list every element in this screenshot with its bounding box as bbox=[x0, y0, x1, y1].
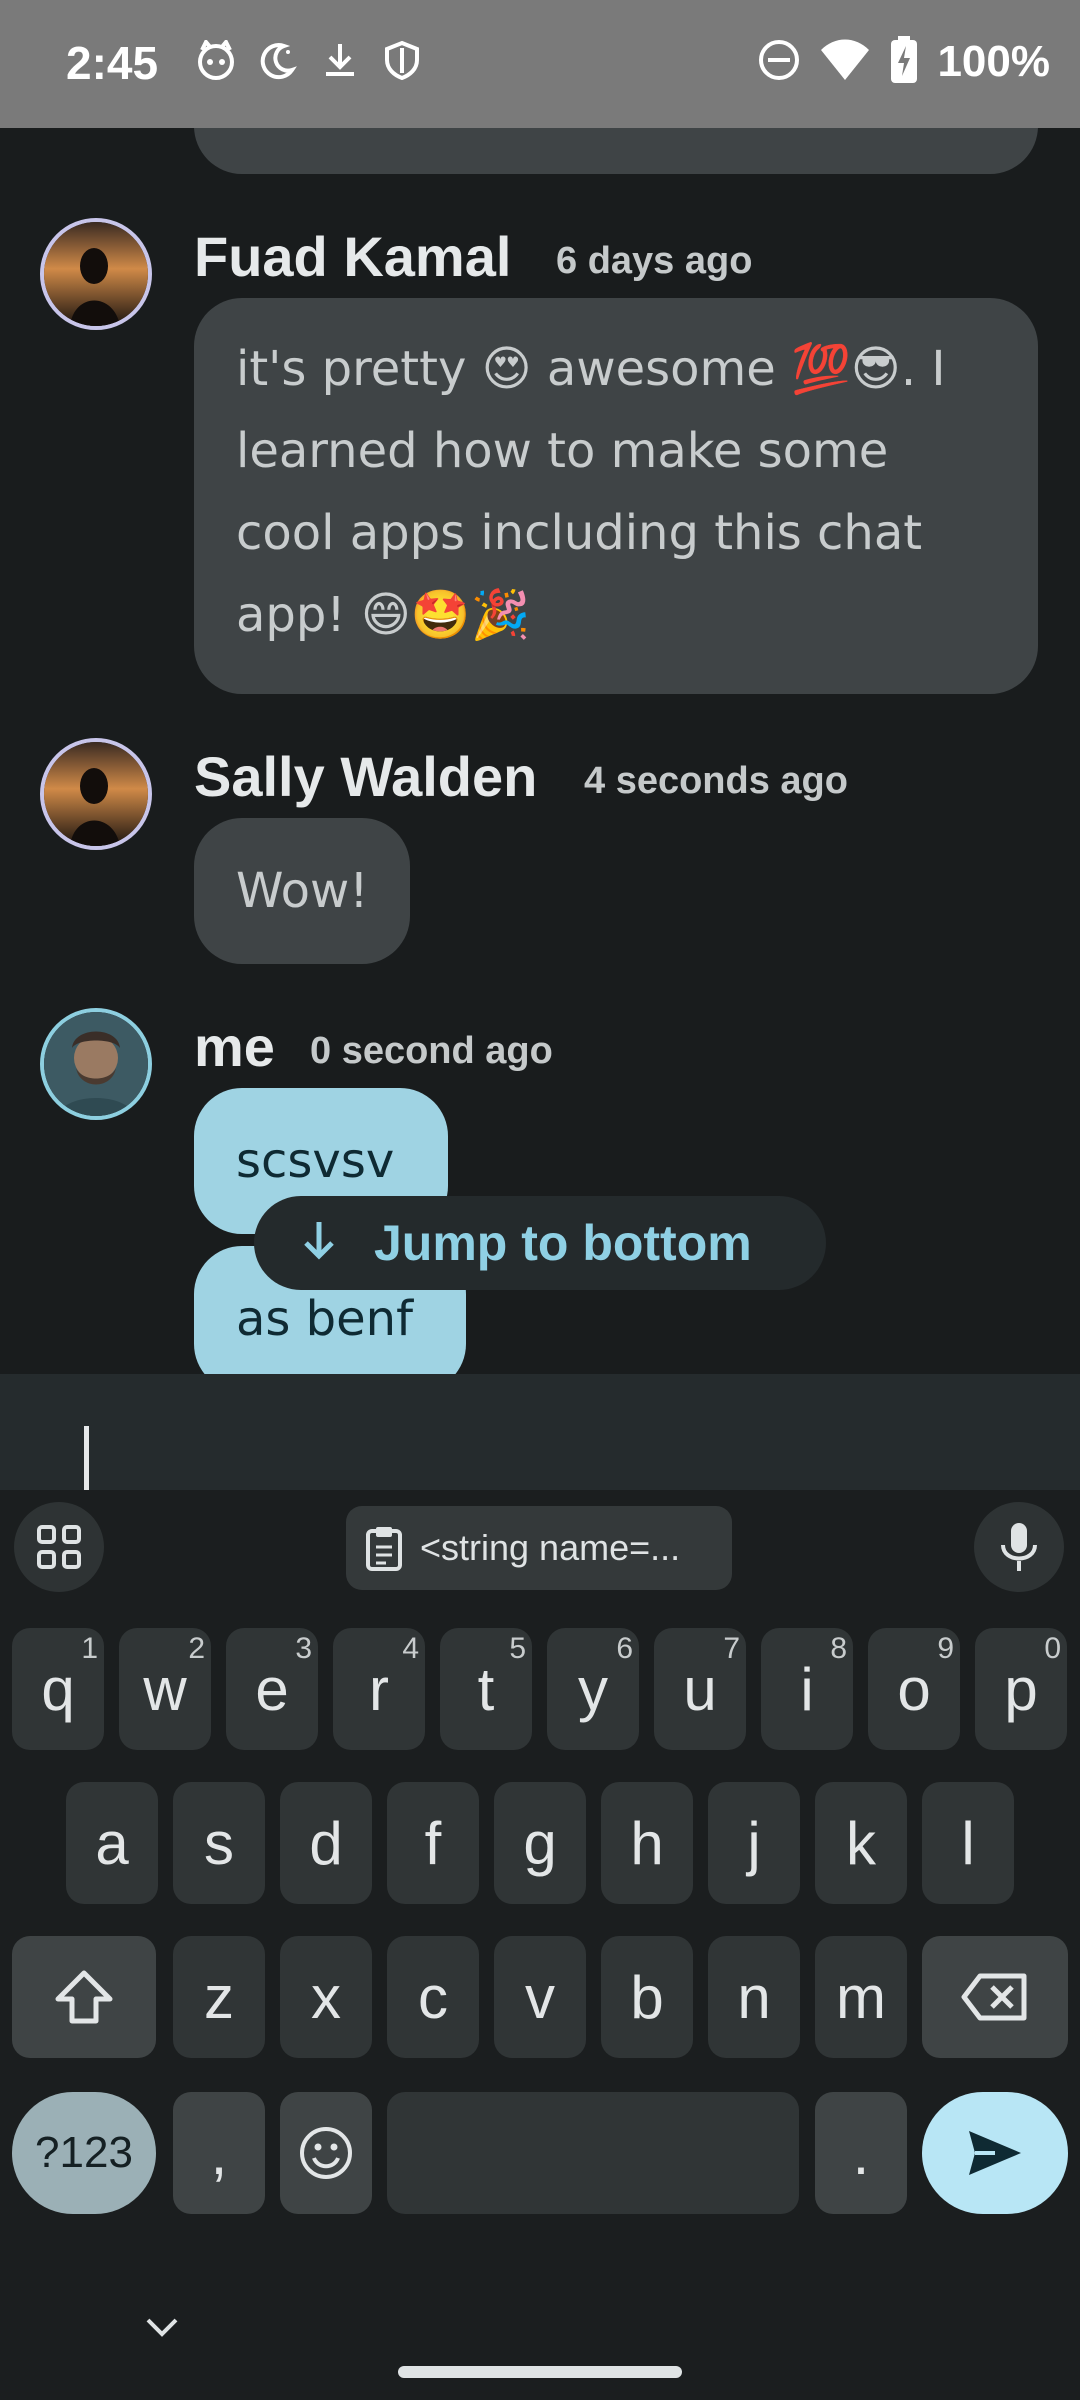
key-b[interactable]: b bbox=[601, 1936, 693, 2058]
key-q[interactable]: q1 bbox=[12, 1628, 104, 1750]
key-z[interactable]: z bbox=[173, 1936, 265, 2058]
status-left-icons bbox=[196, 38, 422, 84]
message-timestamp: 4 seconds ago bbox=[584, 760, 848, 802]
message-line: it's pretty 😍 awesome 💯😎. I bbox=[236, 341, 946, 397]
emoji-key[interactable] bbox=[280, 2092, 372, 2214]
wifi-icon bbox=[819, 38, 871, 86]
key-p[interactable]: p0 bbox=[975, 1628, 1067, 1750]
key-o[interactable]: o9 bbox=[868, 1628, 960, 1750]
key-r[interactable]: r4 bbox=[333, 1628, 425, 1750]
apps-grid-button[interactable] bbox=[14, 1502, 104, 1592]
clipboard-text: <string name=... bbox=[420, 1527, 681, 1568]
previous-message-bubble bbox=[194, 128, 1038, 174]
space-key[interactable] bbox=[387, 2092, 799, 2214]
key-w[interactable]: w2 bbox=[119, 1628, 211, 1750]
key-d[interactable]: d bbox=[280, 1782, 372, 1904]
do-not-disturb-icon bbox=[757, 38, 801, 86]
key-c[interactable]: c bbox=[387, 1936, 479, 2058]
voice-input-button[interactable] bbox=[974, 1502, 1064, 1592]
status-right-icons: 100% bbox=[757, 36, 1050, 88]
backspace-icon bbox=[961, 1973, 1027, 2021]
key-m[interactable]: m bbox=[815, 1936, 907, 2058]
symbols-key[interactable]: ?123 bbox=[12, 2092, 156, 2214]
gesture-nav-handle[interactable] bbox=[398, 2366, 682, 2378]
key-v[interactable]: v bbox=[494, 1936, 586, 2058]
grid-icon bbox=[37, 1525, 81, 1569]
shift-key[interactable] bbox=[12, 1936, 156, 2058]
emoji-icon bbox=[300, 2127, 352, 2179]
key-k[interactable]: k bbox=[815, 1782, 907, 1904]
message-author: me bbox=[194, 1015, 275, 1078]
key-e[interactable]: e3 bbox=[226, 1628, 318, 1750]
key-j[interactable]: j bbox=[708, 1782, 800, 1904]
message-bubble[interactable]: it's pretty 😍 awesome 💯😎. I learned how … bbox=[194, 298, 1038, 694]
message-list[interactable]: Fuad Kamal 6 days ago it's pretty 😍 awes… bbox=[0, 128, 1080, 1374]
shift-icon bbox=[55, 1970, 113, 2024]
clipboard-icon bbox=[366, 1527, 402, 1571]
arrow-down-icon bbox=[302, 1214, 336, 1272]
text-caret bbox=[84, 1426, 89, 1490]
avatar[interactable] bbox=[40, 738, 152, 850]
status-bar: 2:45 100% bbox=[0, 0, 1080, 128]
key-f[interactable]: f bbox=[387, 1782, 479, 1904]
key-i[interactable]: i8 bbox=[761, 1628, 853, 1750]
comma-key[interactable]: , bbox=[173, 2092, 265, 2214]
clipboard-suggestion[interactable]: <string name=... bbox=[346, 1506, 732, 1590]
message-line: cool apps including this chat bbox=[236, 505, 923, 561]
key-g[interactable]: g bbox=[494, 1782, 586, 1904]
night-mode-icon bbox=[258, 40, 298, 84]
message-timestamp: 0 second ago bbox=[310, 1030, 553, 1072]
message-author: Sally Walden bbox=[194, 745, 538, 808]
key-s[interactable]: s bbox=[173, 1782, 265, 1904]
microphone-icon bbox=[1001, 1523, 1037, 1571]
message-input[interactable] bbox=[0, 1374, 1080, 1490]
message-line: learned how to make some bbox=[236, 423, 889, 479]
message-author: Fuad Kamal bbox=[194, 225, 512, 288]
send-icon bbox=[969, 2131, 1021, 2175]
jump-to-bottom-label: Jump to bottom bbox=[374, 1215, 752, 1271]
key-u[interactable]: u7 bbox=[654, 1628, 746, 1750]
download-icon bbox=[320, 40, 360, 84]
avatar[interactable] bbox=[40, 218, 152, 330]
key-x[interactable]: x bbox=[280, 1936, 372, 2058]
key-t[interactable]: t5 bbox=[440, 1628, 532, 1750]
message-line: app! 😄🤩🎉 bbox=[236, 587, 531, 643]
cat-notification-icon bbox=[196, 38, 236, 84]
avatar[interactable] bbox=[40, 1008, 152, 1120]
send-button[interactable] bbox=[922, 2092, 1068, 2214]
key-n[interactable]: n bbox=[708, 1936, 800, 2058]
keyboard: <string name=... q1 w2 e3 r4 t5 y6 u7 i8… bbox=[0, 1490, 1080, 2400]
key-l[interactable]: l bbox=[922, 1782, 1014, 1904]
backspace-key[interactable] bbox=[922, 1936, 1068, 2058]
shield-icon bbox=[382, 40, 422, 84]
hide-keyboard-icon[interactable] bbox=[144, 2316, 180, 2344]
battery-percent: 100% bbox=[937, 37, 1050, 86]
message-bubble[interactable]: Wow! bbox=[194, 818, 410, 964]
message-timestamp: 6 days ago bbox=[556, 240, 753, 282]
jump-to-bottom-button[interactable]: Jump to bottom bbox=[254, 1196, 826, 1290]
battery-charging-icon bbox=[889, 36, 919, 88]
key-y[interactable]: y6 bbox=[547, 1628, 639, 1750]
period-key[interactable]: . bbox=[815, 2092, 907, 2214]
key-h[interactable]: h bbox=[601, 1782, 693, 1904]
status-time: 2:45 bbox=[66, 37, 159, 89]
key-a[interactable]: a bbox=[66, 1782, 158, 1904]
